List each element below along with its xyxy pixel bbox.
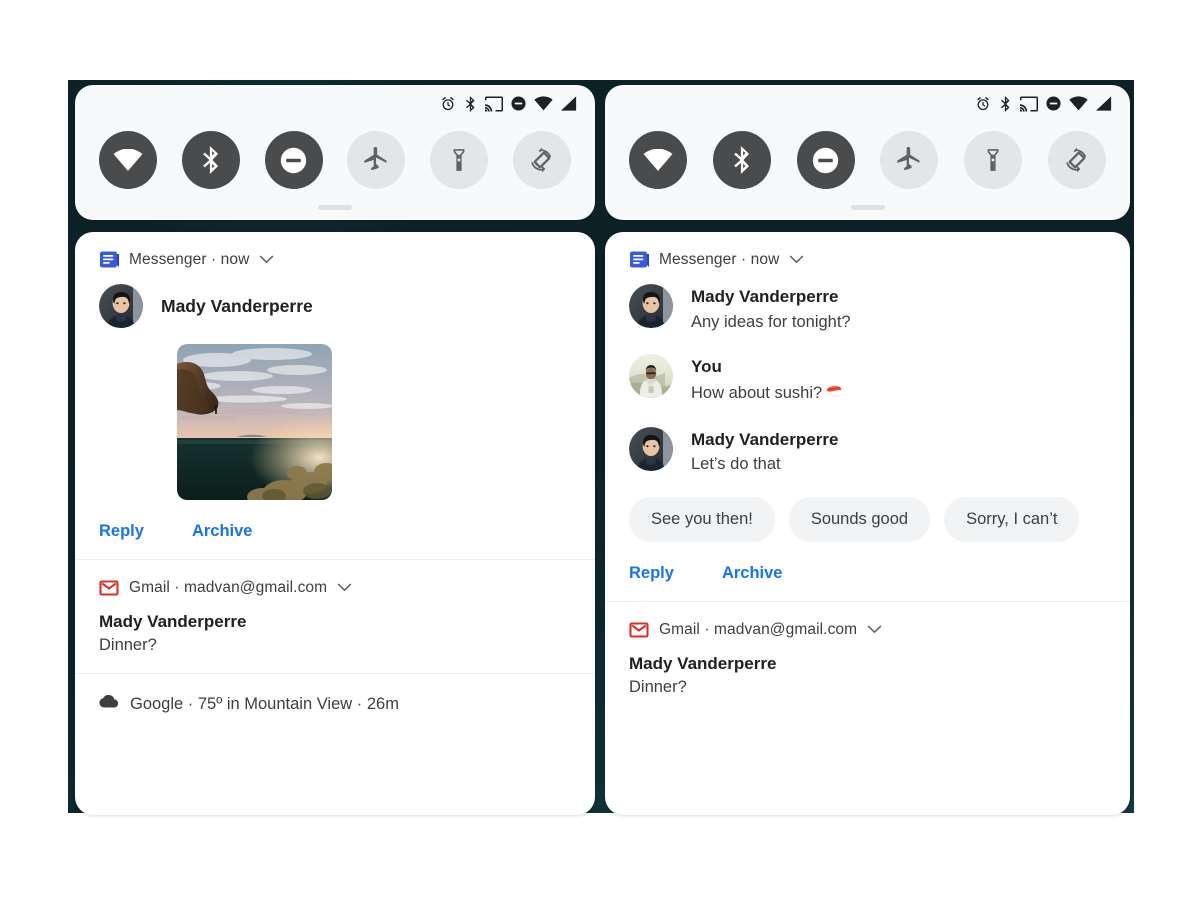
bluetooth-icon (464, 95, 477, 117)
qs-tile-airplane-mode[interactable] (347, 131, 406, 189)
right-notification-shade: Messenger · now Mady Vanderperre Any ide… (605, 232, 1130, 815)
email-subject: Dinner? (629, 678, 687, 697)
notification-app-label: Messenger · now (129, 251, 250, 268)
avatar-you (629, 354, 673, 399)
cast-icon (485, 96, 503, 117)
cellular-signal-icon (1096, 96, 1112, 116)
status-bar (619, 95, 1116, 117)
messenger-icon (629, 250, 650, 270)
cast-icon (1020, 96, 1038, 117)
smart-reply-chips: See you then! Sounds good Sorry, I can’t (629, 497, 1108, 543)
notification-actions: Reply Archive (99, 522, 573, 541)
notification-header: Messenger · now (99, 250, 573, 270)
cloud-icon (99, 694, 119, 714)
message-row: Mady Vanderperre (99, 284, 573, 328)
notification-actions: Reply Archive (629, 564, 1108, 583)
notification-google-weather[interactable]: Google · 75º in Mountain View · 26m (75, 673, 595, 734)
notification-gmail[interactable]: Gmail · madvan@gmail.com Mady Vanderperr… (75, 559, 595, 673)
quick-settings-panel (75, 85, 595, 220)
wifi-icon (534, 96, 553, 116)
quick-settings-drag-handle[interactable] (318, 205, 352, 210)
notification-app-label: Gmail · madvan@gmail.com (129, 579, 328, 596)
screenshot-stage: Messenger · now Mady Vanderperre Reply A… (0, 0, 1200, 900)
alarm-icon (440, 96, 456, 117)
conversation-body: Mady Vanderperre Let’s do that (691, 427, 838, 477)
reply-button[interactable]: Reply (99, 522, 144, 541)
do-not-disturb-icon (1046, 96, 1061, 116)
notification-messenger[interactable]: Messenger · now Mady Vanderperre Reply A… (75, 232, 595, 559)
email-sender: Mady Vanderperre (629, 654, 777, 674)
qs-tile-flashlight[interactable] (430, 131, 489, 189)
archive-button[interactable]: Archive (192, 522, 253, 541)
left-phone-column: Messenger · now Mady Vanderperre Reply A… (75, 85, 595, 815)
conversation-text: Any ideas for tonight? (691, 312, 851, 331)
qs-tile-airplane-mode[interactable] (880, 131, 939, 189)
qs-tile-wifi[interactable] (629, 131, 687, 189)
do-not-disturb-icon (511, 96, 526, 116)
email-sender: Mady Vanderperre (99, 612, 247, 631)
email-subject: Dinner? (99, 636, 157, 654)
smart-reply-chip[interactable]: Sorry, I can’t (944, 497, 1080, 543)
qs-tile-auto-rotate[interactable] (1047, 131, 1106, 189)
conversation-text: Let’s do that (691, 455, 781, 474)
conversation-message: Mady Vanderperre Any ideas for tonight? (629, 284, 1108, 334)
avatar-mady (629, 426, 673, 471)
sushi-emoji (824, 380, 843, 407)
qs-tile-flashlight[interactable] (964, 131, 1023, 189)
conversation-text-wrapper: How about sushi? (691, 380, 843, 407)
conversation-sender: You (691, 357, 722, 377)
avatar-mady (99, 284, 143, 328)
status-bar (89, 95, 581, 117)
photo-sunset-cliff[interactable] (177, 344, 332, 500)
wifi-icon (1069, 96, 1088, 116)
conversation-text: How about sushi? (691, 384, 823, 403)
bluetooth-icon (999, 95, 1012, 117)
message-sender-name: Mady Vanderperre (161, 295, 313, 316)
smart-reply-chip[interactable]: See you then! (629, 497, 775, 543)
notification-header: Messenger · now (629, 250, 1108, 270)
messenger-icon (99, 250, 120, 270)
notification-app-label: Messenger · now (659, 251, 780, 268)
conversation-body: Mady Vanderperre Any ideas for tonight? (691, 284, 851, 334)
gmail-icon (99, 578, 119, 598)
qs-tile-auto-rotate[interactable] (512, 131, 571, 189)
cellular-signal-icon (561, 96, 577, 116)
conversation-sender: Mady Vanderperre (691, 287, 839, 306)
alarm-icon (975, 96, 991, 117)
chevron-down-icon[interactable] (867, 621, 882, 639)
chevron-down-icon[interactable] (789, 251, 804, 269)
notification-messenger-conversation[interactable]: Messenger · now Mady Vanderperre Any ide… (605, 232, 1130, 601)
weather-row: Google · 75º in Mountain View · 26m (99, 694, 573, 714)
notification-gmail[interactable]: Gmail · madvan@gmail.com Mady Vanderperr… (605, 601, 1130, 715)
right-phone-column: Messenger · now Mady Vanderperre Any ide… (605, 85, 1130, 815)
chevron-down-icon[interactable] (259, 251, 274, 269)
quick-settings-tiles (89, 117, 581, 199)
notification-app-label: Gmail · madvan@gmail.com (659, 621, 858, 639)
archive-button[interactable]: Archive (722, 564, 783, 583)
qs-tile-bluetooth[interactable] (181, 131, 240, 189)
conversation-message: You How about sushi? (629, 354, 1108, 406)
qs-tile-do-not-disturb[interactable] (264, 131, 323, 189)
qs-tile-bluetooth[interactable] (712, 131, 771, 189)
avatar-mady (629, 284, 673, 328)
chevron-down-icon[interactable] (337, 579, 352, 597)
reply-button[interactable]: Reply (629, 564, 674, 583)
conversation-body: You How about sushi? (691, 354, 843, 406)
notification-header: Gmail · madvan@gmail.com (629, 620, 1108, 640)
left-notification-shade: Messenger · now Mady Vanderperre Reply A… (75, 232, 595, 815)
notification-header: Gmail · madvan@gmail.com (99, 578, 573, 598)
quick-settings-panel (605, 85, 1130, 220)
conversation-sender: Mady Vanderperre (691, 429, 839, 449)
quick-settings-drag-handle[interactable] (850, 205, 885, 210)
qs-tile-wifi[interactable] (99, 131, 157, 189)
weather-summary: Google · 75º in Mountain View · 26m (130, 694, 399, 713)
quick-settings-tiles (619, 117, 1116, 199)
gmail-icon (629, 620, 649, 640)
conversation-message: Mady Vanderperre Let’s do that (629, 426, 1108, 477)
qs-tile-do-not-disturb[interactable] (796, 131, 855, 189)
smart-reply-chip[interactable]: Sounds good (788, 497, 931, 543)
